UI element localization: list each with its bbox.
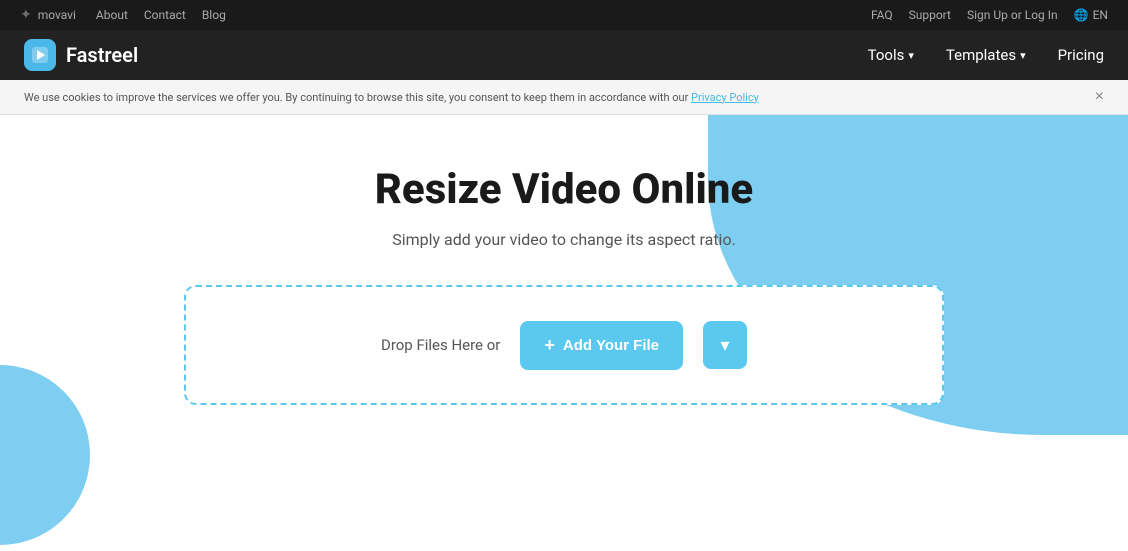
nav-pricing[interactable]: Pricing bbox=[1058, 46, 1104, 64]
nav-contact[interactable]: Contact bbox=[144, 8, 186, 22]
drop-label: Drop Files Here or bbox=[381, 336, 500, 354]
topbar-nav: About Contact Blog bbox=[96, 8, 226, 22]
nav-faq[interactable]: FAQ bbox=[871, 8, 893, 22]
nav-support[interactable]: Support bbox=[909, 8, 951, 22]
plus-icon: + bbox=[544, 335, 555, 356]
movavi-label: movavi bbox=[38, 8, 76, 22]
lang-label: EN bbox=[1093, 8, 1108, 22]
cookie-close-button[interactable]: × bbox=[1095, 88, 1104, 106]
topbar: ✦ movavi About Contact Blog FAQ Support … bbox=[0, 0, 1128, 30]
chevron-down-icon: ▾ bbox=[720, 335, 729, 356]
nav-tools[interactable]: Tools ▾ bbox=[868, 46, 914, 64]
nav-signin[interactable]: Sign Up or Log In bbox=[967, 8, 1058, 22]
mainnav-links: Tools ▾ Templates ▾ Pricing bbox=[868, 46, 1104, 64]
brand-icon bbox=[24, 39, 56, 71]
privacy-policy-link[interactable]: Privacy Policy bbox=[691, 91, 759, 104]
blob-bottom-left bbox=[0, 365, 90, 545]
cookie-banner: We use cookies to improve the services w… bbox=[0, 80, 1128, 115]
movavi-icon: ✦ bbox=[20, 7, 32, 23]
topbar-right: FAQ Support Sign Up or Log In 🌐 EN bbox=[871, 8, 1108, 22]
nav-templates[interactable]: Templates ▾ bbox=[946, 46, 1026, 64]
nav-blog[interactable]: Blog bbox=[202, 8, 226, 22]
templates-chevron: ▾ bbox=[1020, 49, 1026, 62]
main-nav: Fastreel Tools ▾ Templates ▾ Pricing bbox=[0, 30, 1128, 80]
hero-content: Resize Video Online Simply add your vide… bbox=[0, 165, 1128, 285]
hero-title: Resize Video Online bbox=[0, 165, 1128, 214]
hero-subtitle: Simply add your video to change its aspe… bbox=[0, 230, 1128, 249]
hero-section: Resize Video Online Simply add your vide… bbox=[0, 115, 1128, 545]
movavi-logo: ✦ movavi bbox=[20, 7, 76, 23]
add-file-label: Add Your File bbox=[563, 337, 659, 354]
nav-about[interactable]: About bbox=[96, 8, 128, 22]
globe-icon: 🌐 bbox=[1074, 8, 1089, 22]
add-file-button[interactable]: + Add Your File bbox=[520, 321, 683, 370]
tools-chevron: ▾ bbox=[908, 49, 914, 62]
brand-link[interactable]: Fastreel bbox=[24, 39, 138, 71]
drop-zone[interactable]: Drop Files Here or + Add Your File ▾ bbox=[184, 285, 944, 405]
language-selector[interactable]: 🌐 EN bbox=[1074, 8, 1108, 22]
cookie-text: We use cookies to improve the services w… bbox=[24, 91, 759, 104]
topbar-left: ✦ movavi About Contact Blog bbox=[20, 7, 226, 23]
add-file-dropdown-button[interactable]: ▾ bbox=[703, 321, 747, 369]
brand-name: Fastreel bbox=[66, 43, 138, 67]
